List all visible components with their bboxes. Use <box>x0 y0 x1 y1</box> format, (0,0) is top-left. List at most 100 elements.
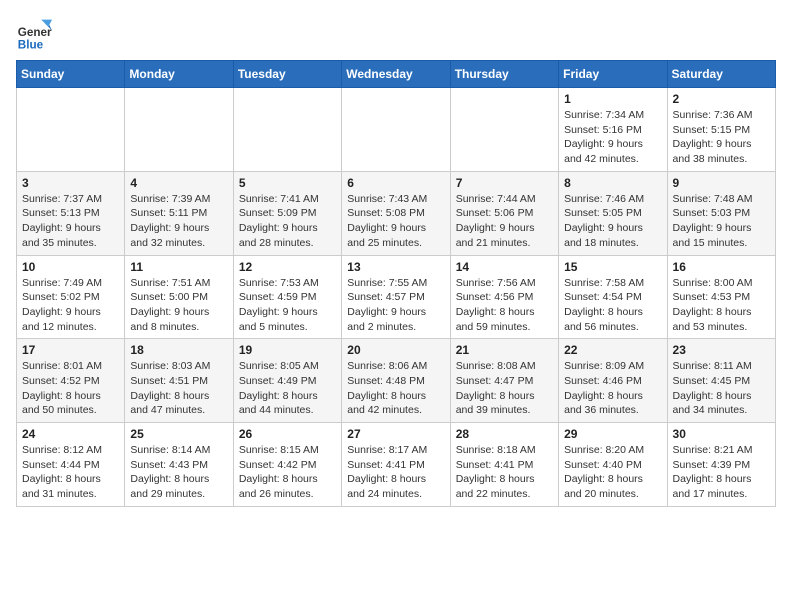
day-number: 4 <box>130 176 227 190</box>
calendar-cell: 10Sunrise: 7:49 AMSunset: 5:02 PMDayligh… <box>17 255 125 339</box>
day-info: Sunrise: 8:06 AMSunset: 4:48 PMDaylight:… <box>347 359 444 418</box>
calendar-cell: 22 Sunrise: 8:09 AMSunset: 4:46 PMDayligh… <box>559 339 667 423</box>
day-info: Sunrise: 7:56 AMSunset: 4:56 PMDaylight:… <box>456 276 553 335</box>
calendar-week-4: 17 Sunrise: 8:01 AMSunset: 4:52 PMDayligh… <box>17 339 776 423</box>
day-info: Sunrise: 8:01 AMSunset: 4:52 PMDaylight:… <box>22 359 119 418</box>
day-info: Sunrise: 8:11 AMSunset: 4:45 PMDaylight:… <box>673 359 770 418</box>
calendar-cell <box>17 88 125 172</box>
header-tuesday: Tuesday <box>233 61 341 88</box>
header-monday: Monday <box>125 61 233 88</box>
day-info: Sunrise: 7:43 AMSunset: 5:08 PMDaylight:… <box>347 192 444 251</box>
calendar-week-5: 24 Sunrise: 8:12 AMSunset: 4:44 PMDayligh… <box>17 423 776 507</box>
calendar-header-row: SundayMondayTuesdayWednesdayThursdayFrid… <box>17 61 776 88</box>
day-info: Sunrise: 8:20 AMSunset: 4:40 PMDaylight:… <box>564 443 661 502</box>
day-number: 27 <box>347 427 444 441</box>
day-number: 1 <box>564 92 661 106</box>
day-number: 5 <box>239 176 336 190</box>
day-info: Sunrise: 7:39 AMSunset: 5:11 PMDaylight:… <box>130 192 227 251</box>
day-info: Sunrise: 7:44 AMSunset: 5:06 PMDaylight:… <box>456 192 553 251</box>
day-info: Sunrise: 8:03 AMSunset: 4:51 PMDaylight:… <box>130 359 227 418</box>
day-info: Sunrise: 8:21 AMSunset: 4:39 PMDaylight:… <box>673 443 770 502</box>
calendar-cell: 24 Sunrise: 8:12 AMSunset: 4:44 PMDayligh… <box>17 423 125 507</box>
calendar-cell <box>233 88 341 172</box>
svg-text:General: General <box>18 26 52 39</box>
day-number: 13 <box>347 260 444 274</box>
calendar-cell <box>450 88 558 172</box>
day-info: Sunrise: 8:00 AMSunset: 4:53 PMDaylight:… <box>673 276 770 335</box>
page-header: General Blue <box>16 16 776 52</box>
calendar-week-2: 3 Sunrise: 7:37 AMSunset: 5:13 PMDaylight… <box>17 171 776 255</box>
day-number: 21 <box>456 343 553 357</box>
calendar-cell: 2 Sunrise: 7:36 AMSunset: 5:15 PMDaylight… <box>667 88 775 172</box>
calendar-cell: 25Sunrise: 8:14 AMSunset: 4:43 PMDayligh… <box>125 423 233 507</box>
calendar-cell <box>125 88 233 172</box>
calendar-cell <box>342 88 450 172</box>
day-number: 22 <box>564 343 661 357</box>
calendar-cell: 20 Sunrise: 8:06 AMSunset: 4:48 PMDayligh… <box>342 339 450 423</box>
day-number: 11 <box>130 260 227 274</box>
day-number: 7 <box>456 176 553 190</box>
calendar-cell: 15 Sunrise: 7:58 AMSunset: 4:54 PMDayligh… <box>559 255 667 339</box>
day-number: 18 <box>130 343 227 357</box>
day-info: Sunrise: 7:51 AMSunset: 5:00 PMDaylight:… <box>130 276 227 335</box>
day-info: Sunrise: 8:08 AMSunset: 4:47 PMDaylight:… <box>456 359 553 418</box>
calendar-cell: 12 Sunrise: 7:53 AMSunset: 4:59 PMDayligh… <box>233 255 341 339</box>
header-wednesday: Wednesday <box>342 61 450 88</box>
logo-icon: General Blue <box>16 16 52 52</box>
calendar-cell: 3 Sunrise: 7:37 AMSunset: 5:13 PMDaylight… <box>17 171 125 255</box>
day-number: 30 <box>673 427 770 441</box>
calendar-cell: 16 Sunrise: 8:00 AMSunset: 4:53 PMDayligh… <box>667 255 775 339</box>
day-number: 6 <box>347 176 444 190</box>
day-number: 16 <box>673 260 770 274</box>
calendar-cell: 23 Sunrise: 8:11 AMSunset: 4:45 PMDayligh… <box>667 339 775 423</box>
day-info: Sunrise: 8:12 AMSunset: 4:44 PMDaylight:… <box>22 443 119 502</box>
calendar-cell: 6 Sunrise: 7:43 AMSunset: 5:08 PMDaylight… <box>342 171 450 255</box>
calendar-cell: 26 Sunrise: 8:15 AMSunset: 4:42 PMDayligh… <box>233 423 341 507</box>
calendar-table: SundayMondayTuesdayWednesdayThursdayFrid… <box>16 60 776 507</box>
day-info: Sunrise: 7:41 AMSunset: 5:09 PMDaylight:… <box>239 192 336 251</box>
day-info: Sunrise: 7:53 AMSunset: 4:59 PMDaylight:… <box>239 276 336 335</box>
day-number: 29 <box>564 427 661 441</box>
day-info: Sunrise: 8:15 AMSunset: 4:42 PMDaylight:… <box>239 443 336 502</box>
day-number: 10 <box>22 260 119 274</box>
day-number: 19 <box>239 343 336 357</box>
logo: General Blue <box>16 16 52 52</box>
day-number: 12 <box>239 260 336 274</box>
day-number: 17 <box>22 343 119 357</box>
calendar-week-3: 10Sunrise: 7:49 AMSunset: 5:02 PMDayligh… <box>17 255 776 339</box>
day-info: Sunrise: 8:18 AMSunset: 4:41 PMDaylight:… <box>456 443 553 502</box>
day-number: 28 <box>456 427 553 441</box>
calendar-cell: 13Sunrise: 7:55 AMSunset: 4:57 PMDayligh… <box>342 255 450 339</box>
calendar-cell: 11 Sunrise: 7:51 AMSunset: 5:00 PMDayligh… <box>125 255 233 339</box>
calendar-cell: 19Sunrise: 8:05 AMSunset: 4:49 PMDayligh… <box>233 339 341 423</box>
calendar-cell: 8 Sunrise: 7:46 AMSunset: 5:05 PMDaylight… <box>559 171 667 255</box>
calendar-cell: 27 Sunrise: 8:17 AMSunset: 4:41 PMDayligh… <box>342 423 450 507</box>
day-number: 15 <box>564 260 661 274</box>
day-number: 23 <box>673 343 770 357</box>
day-number: 2 <box>673 92 770 106</box>
svg-text:Blue: Blue <box>18 38 44 51</box>
day-number: 8 <box>564 176 661 190</box>
day-info: Sunrise: 8:09 AMSunset: 4:46 PMDaylight:… <box>564 359 661 418</box>
calendar-cell: 5 Sunrise: 7:41 AMSunset: 5:09 PMDaylight… <box>233 171 341 255</box>
day-number: 20 <box>347 343 444 357</box>
header-saturday: Saturday <box>667 61 775 88</box>
day-info: Sunrise: 7:46 AMSunset: 5:05 PMDaylight:… <box>564 192 661 251</box>
calendar-cell: 29 Sunrise: 8:20 AMSunset: 4:40 PMDayligh… <box>559 423 667 507</box>
calendar-cell: 30 Sunrise: 8:21 AMSunset: 4:39 PMDayligh… <box>667 423 775 507</box>
day-info: Sunrise: 7:34 AMSunset: 5:16 PMDaylight:… <box>564 108 661 167</box>
header-thursday: Thursday <box>450 61 558 88</box>
day-info: Sunrise: 7:36 AMSunset: 5:15 PMDaylight:… <box>673 108 770 167</box>
day-info: Sunrise: 7:48 AMSunset: 5:03 PMDaylight:… <box>673 192 770 251</box>
calendar-cell: 21 Sunrise: 8:08 AMSunset: 4:47 PMDayligh… <box>450 339 558 423</box>
day-info: Sunrise: 8:17 AMSunset: 4:41 PMDaylight:… <box>347 443 444 502</box>
calendar-cell: 7 Sunrise: 7:44 AMSunset: 5:06 PMDaylight… <box>450 171 558 255</box>
header-friday: Friday <box>559 61 667 88</box>
day-number: 14 <box>456 260 553 274</box>
day-number: 3 <box>22 176 119 190</box>
day-number: 26 <box>239 427 336 441</box>
calendar-cell: 14 Sunrise: 7:56 AMSunset: 4:56 PMDayligh… <box>450 255 558 339</box>
day-info: Sunrise: 7:37 AMSunset: 5:13 PMDaylight:… <box>22 192 119 251</box>
day-number: 24 <box>22 427 119 441</box>
day-info: Sunrise: 7:58 AMSunset: 4:54 PMDaylight:… <box>564 276 661 335</box>
